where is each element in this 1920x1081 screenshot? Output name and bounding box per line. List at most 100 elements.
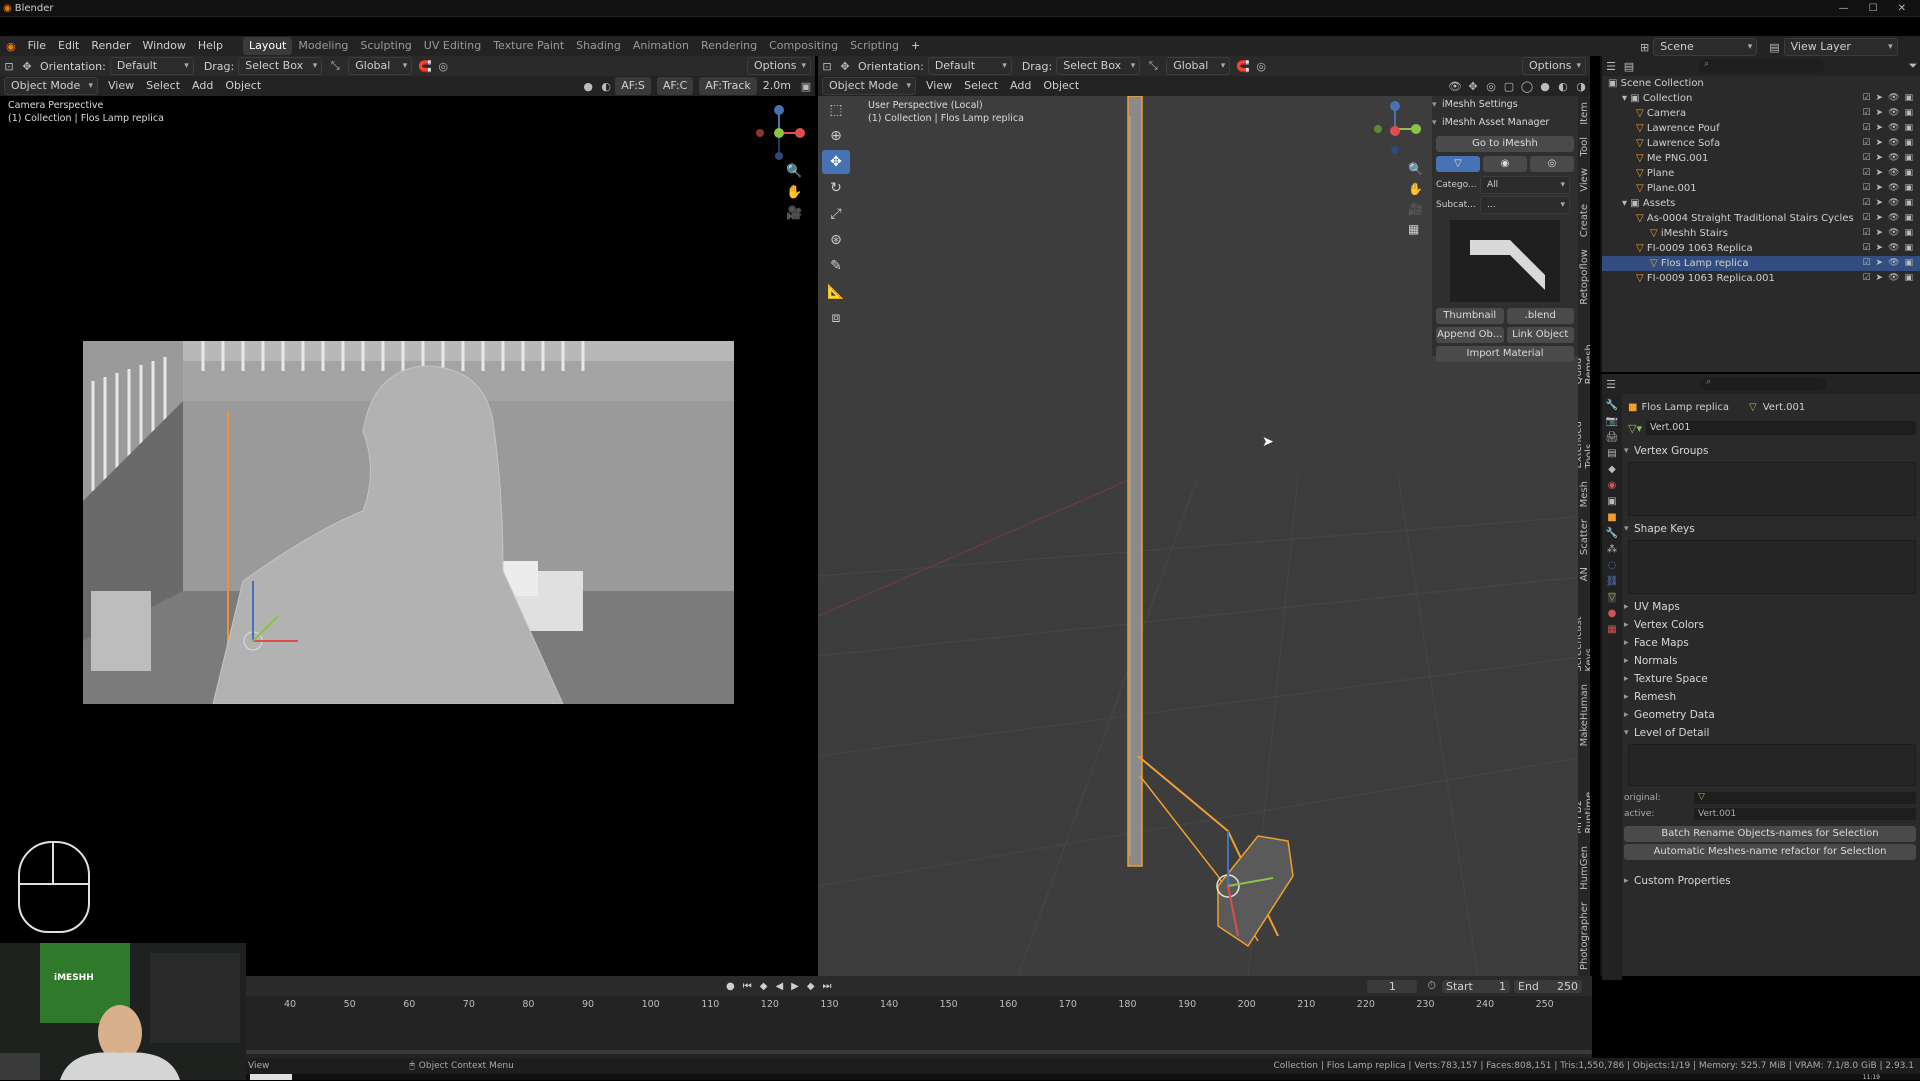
material-tab-icon[interactable]: ●	[1608, 608, 1617, 619]
current-frame-field[interactable]: 1	[1367, 979, 1418, 993]
tab-uv-editing[interactable]: UV Editing	[418, 37, 487, 55]
record-icon[interactable]: ●	[726, 981, 735, 992]
tab-compositing[interactable]: Compositing	[763, 37, 844, 55]
overlay-toggle-icon[interactable]: ◎	[1482, 77, 1500, 95]
properties-section[interactable]: Level of Detail	[1624, 724, 1916, 742]
close-icon[interactable]: ✕	[1898, 3, 1906, 14]
camera-view-icon[interactable]: 🎥	[786, 206, 802, 221]
timeline-ruler[interactable]: 40 50 60 70 80 90 100 110 120 130 140 150 160 170 180 1…	[246, 996, 1592, 1014]
filter-icon[interactable]: ⏷	[1904, 57, 1920, 75]
visibility-toggle-icons[interactable]: ☑➤👁▣	[1862, 256, 1918, 271]
section-list-box[interactable]	[1628, 540, 1916, 594]
side-tab-makehuman[interactable]: MakeHuman	[1579, 678, 1590, 752]
tab-modeling[interactable]: Modeling	[292, 37, 354, 55]
visibility-toggle-icons[interactable]: ☑➤👁▣	[1862, 121, 1918, 136]
texture-tab-icon[interactable]: ▦	[1607, 624, 1616, 635]
end-frame-field[interactable]: End 250	[1514, 979, 1582, 993]
left-view-menu[interactable]: View	[102, 77, 140, 95]
transform-gizmo-icon[interactable]: ✥	[836, 57, 854, 75]
proportional-icon[interactable]: ◎	[434, 57, 452, 75]
pivot-dropdown[interactable]: Global	[1166, 57, 1231, 75]
options-dropdown[interactable]: Options	[747, 57, 811, 75]
data-tab-icon[interactable]: ▽	[1608, 592, 1616, 603]
preview-range-icon[interactable]: ⏱	[1427, 979, 1436, 993]
side-tab-mesh[interactable]: Mesh	[1579, 475, 1590, 513]
asset-thumbnail[interactable]	[1450, 220, 1560, 302]
link-object-button[interactable]: Link Object	[1506, 327, 1574, 343]
visibility-toggle-icons[interactable]: ☑➤👁▣	[1862, 106, 1918, 121]
properties-section[interactable]: Normals	[1624, 652, 1916, 670]
display-mode-icon[interactable]: ▤	[1620, 57, 1638, 75]
add-workspace-button[interactable]: +	[905, 37, 926, 55]
right-object-menu[interactable]: Object	[1037, 77, 1085, 95]
render-tab-icon[interactable]: 📷	[1606, 416, 1618, 427]
drag-dropdown[interactable]: Select Box	[238, 57, 323, 75]
visibility-toggle-icons[interactable]: ☑➤👁▣	[1862, 226, 1918, 241]
proportional-icon[interactable]: ◎	[1252, 57, 1270, 75]
side-tab-quad-remesh[interactable]: Quad Remesh	[1578, 311, 1590, 390]
go-to-imeshh-button[interactable]: Go to iMeshh	[1436, 136, 1574, 152]
visibility-toggle-icons[interactable]: ☑➤👁▣	[1862, 151, 1918, 166]
snap-icon[interactable]: 🧲	[1234, 57, 1252, 75]
transform-gizmo-icon[interactable]: ✥	[18, 57, 36, 75]
tab-rendering[interactable]: Rendering	[695, 37, 763, 55]
menu-edit[interactable]: Edit	[52, 37, 85, 55]
shading-wire-icon[interactable]: ◯	[1518, 77, 1536, 95]
properties-section[interactable]: Remesh	[1624, 688, 1916, 706]
editor-type-icon[interactable]: ⊡	[0, 57, 18, 75]
tab-shading[interactable]: Shading	[570, 37, 627, 55]
navigation-gizmo[interactable]	[744, 100, 810, 166]
outliner-row[interactable]: ▽ iMeshh Stairs ☑➤👁▣	[1602, 226, 1920, 241]
visibility-toggle-icons[interactable]: ☑➤👁▣	[1862, 181, 1918, 196]
outliner-row[interactable]: ▽ Camera ☑➤👁▣	[1602, 106, 1920, 121]
append-object-button[interactable]: Append Ob...	[1436, 327, 1504, 343]
drag-dropdown[interactable]: Select Box	[1056, 57, 1141, 75]
viewport-shading-solid-icon[interactable]: ●	[579, 77, 597, 95]
world-tab-icon[interactable]: ◉	[1608, 480, 1617, 491]
play-reverse-icon[interactable]: ◀	[775, 981, 783, 992]
menu-render[interactable]: Render	[85, 37, 136, 55]
af-track-button[interactable]: AF:Track	[699, 77, 757, 95]
side-tab-view[interactable]: View	[1579, 162, 1590, 198]
outliner-row[interactable]: ▽ FI-0009 1063 Replica.001 ☑➤👁▣	[1602, 271, 1920, 286]
left-select-menu[interactable]: Select	[140, 77, 186, 95]
outliner-row[interactable]: ▽ As-0004 Straight Traditional Stairs Cy…	[1602, 211, 1920, 226]
auto-rename-button[interactable]: Automatic Meshes-name refactor for Selec…	[1624, 844, 1916, 860]
lod-active-field[interactable]: Vert.001	[1694, 808, 1916, 820]
outliner-row[interactable]: ▽ Plane ☑➤👁▣	[1602, 166, 1920, 181]
batch-rename-button[interactable]: Batch Rename Objects-names for Selection	[1624, 826, 1916, 842]
side-tab-an[interactable]: AN	[1579, 561, 1590, 587]
outliner-row[interactable]: ▽ Lawrence Sofa ☑➤👁▣	[1602, 136, 1920, 151]
custom-properties-section[interactable]: Custom Properties	[1624, 872, 1916, 890]
outliner-row[interactable]: ▽ Flos Lamp replica ☑➤👁▣	[1602, 256, 1920, 271]
focus-distance-value[interactable]: 2.0m	[757, 77, 797, 95]
visibility-toggle-icons[interactable]: ☑➤👁▣	[1862, 241, 1918, 256]
side-tab-create[interactable]: Create	[1579, 198, 1590, 243]
properties-section[interactable]: Geometry Data	[1624, 706, 1916, 724]
properties-section[interactable]: Texture Space	[1624, 670, 1916, 688]
section-list-box[interactable]	[1628, 744, 1916, 786]
zoom-icon[interactable]: 🔍	[786, 164, 802, 179]
particles-tab-icon[interactable]: ⁂	[1607, 544, 1617, 555]
menu-help[interactable]: Help	[192, 37, 229, 55]
left-object-menu[interactable]: Object	[219, 77, 267, 95]
menu-file[interactable]: File	[22, 37, 52, 55]
visibility-toggle-icons[interactable]: ☑➤👁▣	[1862, 271, 1918, 286]
tab-sculpting[interactable]: Sculpting	[354, 37, 417, 55]
tab-layout[interactable]: Layout	[242, 37, 293, 55]
tool-tab-icon[interactable]: 🔧	[1606, 400, 1618, 411]
gizmo-toggle-icon[interactable]: ✥	[1464, 77, 1482, 95]
output-tab-icon[interactable]: 🖨	[1606, 432, 1619, 443]
outliner-row[interactable]: ▽ Lawrence Pouf ☑➤👁▣	[1602, 121, 1920, 136]
af-c-button[interactable]: AF:C	[656, 77, 694, 95]
lod-original-field[interactable]: ▽	[1694, 792, 1916, 804]
view-layer-selector[interactable]: View Layer	[1783, 38, 1898, 56]
pivot-dropdown[interactable]: Global	[348, 57, 413, 75]
menu-window[interactable]: Window	[137, 37, 192, 55]
next-keyframe-icon[interactable]: ◆	[807, 981, 815, 992]
import-material-button[interactable]: Import Material	[1436, 346, 1574, 362]
outliner-row[interactable]: ▽ Me PNG.001 ☑➤👁▣	[1602, 151, 1920, 166]
side-tab-tool[interactable]: Tool	[1579, 131, 1590, 162]
editor-type-icon[interactable]: ⊡	[818, 57, 836, 75]
object-mode-dropdown[interactable]: Object Mode	[822, 77, 916, 95]
